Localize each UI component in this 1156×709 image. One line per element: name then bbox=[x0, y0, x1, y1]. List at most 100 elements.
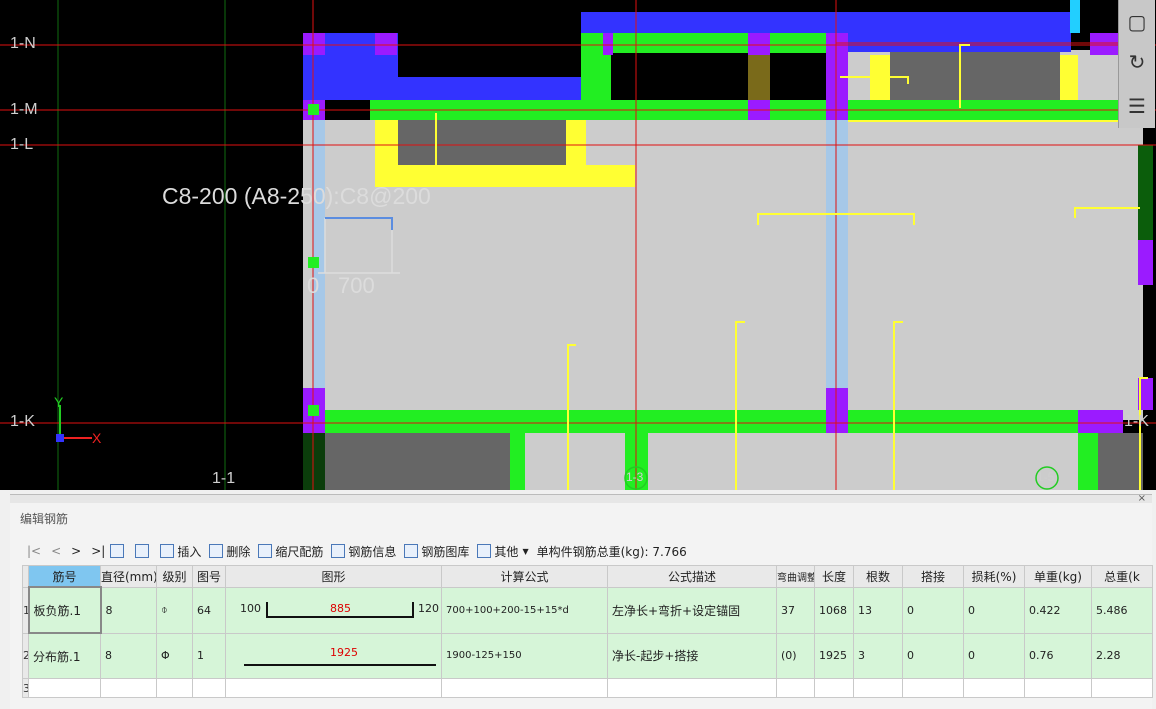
insert-button[interactable]: 插入 bbox=[160, 543, 201, 560]
col-header-total-weight[interactable]: 总重(k bbox=[1091, 565, 1153, 588]
col-header-figure-no[interactable]: 图号 bbox=[192, 565, 226, 588]
count-cell[interactable]: 13 bbox=[853, 586, 903, 634]
empty-cell[interactable] bbox=[814, 678, 854, 698]
count-cell[interactable]: 3 bbox=[853, 632, 903, 679]
last-record-button[interactable]: >| bbox=[91, 544, 105, 558]
shape-main-bar bbox=[266, 616, 414, 618]
empty-cell[interactable] bbox=[192, 678, 226, 698]
bar-name-cell[interactable]: 分布筋.1 bbox=[28, 632, 101, 679]
close-icon[interactable]: × bbox=[1138, 493, 1146, 504]
table-row[interactable]: 1 板负筋.1 8 ⌽ 64 100 885 120 700+100+200-1… bbox=[22, 586, 1153, 634]
rebar-shape-drawing: 1925 bbox=[230, 634, 437, 678]
next-record-button[interactable]: > bbox=[71, 544, 81, 558]
insert-label: 插入 bbox=[177, 544, 202, 559]
col-header-unit-weight[interactable]: 单重(kg) bbox=[1024, 565, 1092, 588]
description-cell[interactable]: 净长-起步+搭接 bbox=[607, 632, 777, 679]
lap-cell[interactable]: 0 bbox=[902, 586, 964, 634]
col-header-length[interactable]: 长度 bbox=[814, 565, 854, 588]
axis-label-1n: 1-N bbox=[10, 35, 36, 52]
panel-splitter[interactable] bbox=[10, 495, 1152, 503]
empty-cell[interactable] bbox=[607, 678, 777, 698]
total-weight-label: 单构件钢筋总重(kg): 7.766 bbox=[536, 544, 687, 559]
chevron-down-icon: ▼ bbox=[522, 546, 529, 556]
loss-cell[interactable]: 0 bbox=[963, 632, 1025, 679]
total-weight-cell[interactable]: 2.28 bbox=[1091, 632, 1153, 679]
view-list-icon[interactable]: ☰ bbox=[1125, 94, 1149, 118]
shape-main-bar bbox=[244, 663, 436, 666]
empty-cell[interactable] bbox=[1024, 678, 1092, 698]
table-row[interactable]: 3 bbox=[22, 678, 1153, 698]
table-row[interactable]: 2 分布筋.1 8 Φ 1 1925 1900-125+150 净长-起步+搭接… bbox=[22, 632, 1153, 679]
col-header-count[interactable]: 根数 bbox=[853, 565, 903, 588]
prev-record-button[interactable]: < bbox=[51, 544, 61, 558]
ucs-x-label: X bbox=[92, 430, 102, 446]
col-header-loss[interactable]: 损耗(%) bbox=[963, 565, 1025, 588]
view-toolbar: ▢ ↻ ☰ bbox=[1118, 0, 1155, 128]
scale-label: 缩尺配筋 bbox=[275, 544, 324, 559]
col-header-shape[interactable]: 图形 bbox=[225, 565, 442, 588]
rebar-info-button[interactable]: 钢筋信息 bbox=[331, 543, 396, 560]
bend-adjust-cell[interactable]: 37 bbox=[776, 586, 815, 634]
shape-cell[interactable]: 100 885 120 bbox=[225, 586, 442, 634]
empty-cell[interactable] bbox=[100, 678, 157, 698]
col-header-grade[interactable]: 级别 bbox=[156, 565, 193, 588]
info-label: 钢筋信息 bbox=[348, 544, 397, 559]
move-up-button[interactable] bbox=[110, 544, 127, 558]
cad-drawing bbox=[0, 0, 1156, 490]
unit-weight-cell[interactable]: 0.76 bbox=[1024, 632, 1092, 679]
figure-no-cell[interactable]: 1 bbox=[192, 632, 226, 679]
grade-cell[interactable]: ⌽ bbox=[156, 586, 193, 634]
insert-icon bbox=[160, 544, 175, 558]
diameter-cell[interactable]: 8 bbox=[100, 586, 157, 634]
diameter-cell[interactable]: 8 bbox=[100, 632, 157, 679]
lap-cell[interactable]: 0 bbox=[902, 632, 964, 679]
figure-no-cell[interactable]: 64 bbox=[192, 586, 226, 634]
empty-cell[interactable] bbox=[28, 678, 101, 698]
unit-weight-cell[interactable]: 0.422 bbox=[1024, 586, 1092, 634]
bar-name-cell[interactable]: 板负筋.1 bbox=[27, 586, 102, 634]
formula-cell[interactable]: 700+100+200-15+15*d bbox=[441, 586, 608, 634]
delete-icon bbox=[209, 544, 224, 558]
grade-cell[interactable]: Φ bbox=[156, 632, 193, 679]
total-weight-cell[interactable]: 5.486 bbox=[1091, 586, 1153, 634]
description-cell[interactable]: 左净长+弯折+设定锚固 bbox=[607, 586, 777, 634]
cad-viewport[interactable]: C8-200 (A8-250):C8@200 0 700 1-N 1-M 1-L… bbox=[0, 0, 1156, 490]
col-header-formula[interactable]: 计算公式 bbox=[441, 565, 608, 588]
edit-rebar-panel: × 编辑钢筋 |< < > >| 插入 删除 缩尺配筋 钢筋信息 钢筋图库 其他… bbox=[10, 493, 1153, 709]
col-header-bar-number[interactable]: 筋号 bbox=[28, 565, 101, 588]
rebar-table: 筋号 直径(mm) 级别 图号 图形 计算公式 公式描述 弯曲调整 长度 根数 … bbox=[22, 565, 1153, 698]
empty-cell[interactable] bbox=[902, 678, 964, 698]
scale-icon bbox=[258, 544, 273, 558]
shape-left-value: 100 bbox=[240, 602, 261, 615]
empty-cell[interactable] bbox=[963, 678, 1025, 698]
col-header-lap[interactable]: 搭接 bbox=[902, 565, 964, 588]
empty-cell[interactable] bbox=[156, 678, 193, 698]
empty-cell[interactable] bbox=[776, 678, 815, 698]
shape-cell[interactable]: 1925 bbox=[225, 632, 442, 679]
bend-adjust-cell[interactable]: (0) bbox=[776, 632, 815, 679]
cube-view-icon[interactable]: ▢ bbox=[1125, 10, 1149, 34]
axis-label-1l: 1-L bbox=[10, 136, 34, 153]
col-header-bend-adjust[interactable]: 弯曲调整 bbox=[776, 565, 815, 588]
other-menu-button[interactable]: 其他 ▼ bbox=[477, 543, 529, 560]
loss-cell[interactable]: 0 bbox=[963, 586, 1025, 634]
empty-cell[interactable] bbox=[1091, 678, 1153, 698]
rebar-library-button[interactable]: 钢筋图库 bbox=[404, 543, 469, 560]
rotate-icon[interactable]: ↻ bbox=[1125, 50, 1149, 74]
scale-rebar-button[interactable]: 缩尺配筋 bbox=[258, 543, 323, 560]
panel-title: 编辑钢筋 bbox=[20, 512, 69, 526]
first-record-button[interactable]: |< bbox=[27, 544, 41, 558]
delete-button[interactable]: 删除 bbox=[209, 543, 250, 560]
empty-cell[interactable] bbox=[853, 678, 903, 698]
col-header-diameter[interactable]: 直径(mm) bbox=[100, 565, 157, 588]
axis-label-1k: 1-K bbox=[10, 413, 35, 430]
empty-cell[interactable] bbox=[441, 678, 608, 698]
length-cell[interactable]: 1068 bbox=[814, 586, 854, 634]
library-icon bbox=[404, 544, 419, 558]
rebar-shape-drawing: 100 885 120 bbox=[230, 588, 439, 632]
length-cell[interactable]: 1925 bbox=[814, 632, 854, 679]
col-header-description[interactable]: 公式描述 bbox=[607, 565, 777, 588]
move-down-button[interactable] bbox=[135, 544, 152, 558]
formula-cell[interactable]: 1900-125+150 bbox=[441, 632, 608, 679]
empty-cell[interactable] bbox=[225, 678, 442, 698]
